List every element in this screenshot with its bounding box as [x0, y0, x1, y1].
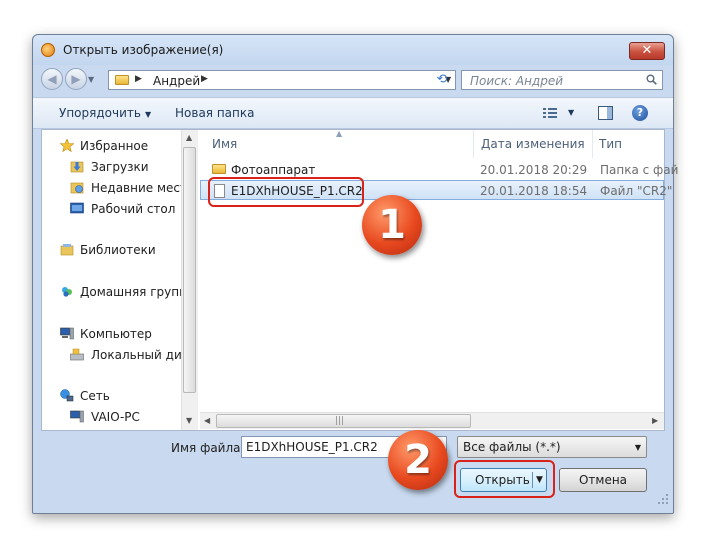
- highlight-open-button: [454, 460, 555, 498]
- sidebar-item-label: Библиотеки: [80, 243, 156, 257]
- app-icon: [41, 43, 55, 57]
- cancel-button[interactable]: Отмена: [559, 468, 647, 492]
- sidebar-item-label: VAIO-PC: [91, 410, 140, 424]
- close-button[interactable]: ✕: [629, 42, 665, 60]
- file-date: 20.01.2018 20:29: [480, 163, 588, 177]
- sidebar-item-label: Локальный диск: [91, 348, 196, 362]
- computer-icon: [60, 327, 74, 340]
- sidebar-item-homegroup[interactable]: Домашняя группа: [42, 282, 198, 302]
- scroll-right-arrow[interactable]: ▶: [652, 416, 658, 425]
- step-badge-1: 1: [362, 195, 422, 255]
- column-header-name[interactable]: Имя ▲: [200, 129, 474, 158]
- resize-grip-icon[interactable]: [657, 493, 669, 505]
- breadcrumb-arrow[interactable]: ▶: [201, 74, 208, 84]
- sort-ascending-icon: ▲: [336, 129, 343, 138]
- file-type-select[interactable]: Все файлы (*.*) ▼: [457, 436, 647, 458]
- breadcrumb-item-andrey[interactable]: Андрей: [153, 74, 200, 88]
- sidebar-item-local-disk[interactable]: Локальный диск: [42, 345, 198, 365]
- file-type: Файл "CR2": [600, 184, 673, 198]
- sidebar-item-label: Домашняя группа: [80, 285, 195, 299]
- column-header-date[interactable]: Дата изменения: [474, 130, 593, 158]
- sidebar-item-favorites[interactable]: Избранное: [42, 136, 198, 156]
- star-icon: [60, 139, 74, 152]
- desktop-icon: [70, 202, 84, 214]
- file-list-hscrollbar[interactable]: ◀ ||| ▶: [200, 412, 664, 429]
- file-name: Фотоаппарат: [231, 163, 316, 177]
- sidebar-item-label: Рабочий стол: [91, 202, 176, 216]
- column-header-type[interactable]: Тип: [593, 130, 664, 158]
- sidebar-item-downloads[interactable]: Загрузки: [42, 157, 198, 177]
- downloads-icon: [70, 161, 84, 173]
- local-disk-icon: [70, 348, 84, 361]
- file-list: Имя ▲ Дата изменения Тип Фотоаппарат 20.…: [200, 129, 678, 430]
- file-type: Папка с фай: [600, 163, 679, 177]
- sidebar-item-network[interactable]: Сеть: [42, 386, 198, 406]
- file-type-value: Все файлы (*.*): [463, 440, 561, 454]
- sidebar-item-libraries[interactable]: Библиотеки: [42, 240, 198, 260]
- organize-button[interactable]: Упорядочить ▼: [59, 106, 151, 120]
- scroll-down-arrow[interactable]: ▼: [186, 416, 192, 425]
- sidebar-item-desktop[interactable]: Рабочий стол: [42, 199, 198, 219]
- organize-label: Упорядочить: [59, 106, 141, 120]
- help-icon[interactable]: ?: [632, 105, 648, 121]
- recent-places-icon: [70, 182, 84, 194]
- navigation-pane: Избранное Загрузки Недавние места Рабочи…: [42, 130, 198, 430]
- sidebar-scroll-thumb[interactable]: [183, 147, 196, 393]
- recent-locations-dropdown[interactable]: ▼: [88, 75, 94, 84]
- sidebar-item-label: Загрузки: [91, 160, 149, 174]
- dialog-footer: Имя файла: E1DXhHOUSE_P1.CR2 Все файлы (…: [33, 431, 673, 513]
- sidebar-item-label: Недавние места: [91, 181, 195, 195]
- folder-icon: [212, 164, 226, 174]
- libraries-icon: [60, 244, 74, 256]
- folder-icon: [115, 75, 129, 85]
- highlight-selected-file: [208, 177, 364, 207]
- new-folder-button[interactable]: Новая папка: [175, 106, 254, 120]
- scroll-up-arrow[interactable]: ▲: [186, 133, 192, 142]
- sidebar-item-label: Сеть: [80, 389, 110, 403]
- column-label: Имя: [212, 137, 238, 151]
- pc-icon: [70, 410, 84, 423]
- window-title: Открыть изображение(я): [63, 43, 224, 57]
- filename-label: Имя файла:: [171, 441, 245, 455]
- file-date: 20.01.2018 18:54: [480, 184, 588, 198]
- chevron-down-icon: ▼: [144, 110, 152, 119]
- view-dropdown[interactable]: ▼: [568, 108, 574, 117]
- column-label: Дата изменения: [481, 137, 585, 151]
- address-bar[interactable]: ▶ Андрей ▶ ▼: [108, 70, 456, 90]
- refresh-button[interactable]: ⟲: [431, 70, 453, 90]
- homegroup-icon: [62, 287, 72, 297]
- sidebar-item-vaio-pc[interactable]: VAIO-PC: [42, 407, 198, 427]
- chevron-down-icon: ▼: [634, 443, 641, 452]
- column-label: Тип: [599, 137, 622, 151]
- sidebar-scrollbar[interactable]: ▲ ▼: [181, 130, 198, 430]
- horizontal-scroll-thumb[interactable]: |||: [216, 414, 471, 428]
- navigation-bar: ◀ ▶ ▼ ▶ Андрей ▶ ▼ ⟲ Поиск: Андрей: [33, 66, 673, 94]
- scroll-left-arrow[interactable]: ◀: [204, 416, 210, 425]
- command-toolbar: Упорядочить ▼ Новая папка ▼ ?: [33, 97, 673, 129]
- search-input[interactable]: Поиск: Андрей: [461, 70, 663, 90]
- step-badge-2: 2: [388, 430, 448, 490]
- sidebar-item-recent-places[interactable]: Недавние места: [42, 178, 198, 198]
- browser-area: Избранное Загрузки Недавние места Рабочи…: [41, 129, 678, 431]
- forward-button[interactable]: ▶: [65, 68, 87, 90]
- search-icon: [646, 74, 657, 85]
- preview-pane-icon[interactable]: [598, 106, 613, 120]
- back-button[interactable]: ◀: [41, 68, 63, 90]
- scroll-grip: |||: [335, 416, 345, 426]
- sidebar-item-label: Избранное: [80, 139, 149, 153]
- breadcrumb-arrow[interactable]: ▶: [135, 74, 142, 84]
- view-options-icon[interactable]: [543, 108, 557, 118]
- sidebar-item-computer[interactable]: Компьютер: [42, 324, 198, 344]
- title-bar[interactable]: Открыть изображение(я) ✕: [33, 35, 673, 65]
- network-icon: [60, 389, 74, 402]
- open-image-dialog: Открыть изображение(я) ✕ ◀ ▶ ▼ ▶ Андрей …: [32, 34, 678, 514]
- sidebar-item-label: Компьютер: [80, 327, 152, 341]
- search-placeholder: Поиск: Андрей: [470, 74, 564, 88]
